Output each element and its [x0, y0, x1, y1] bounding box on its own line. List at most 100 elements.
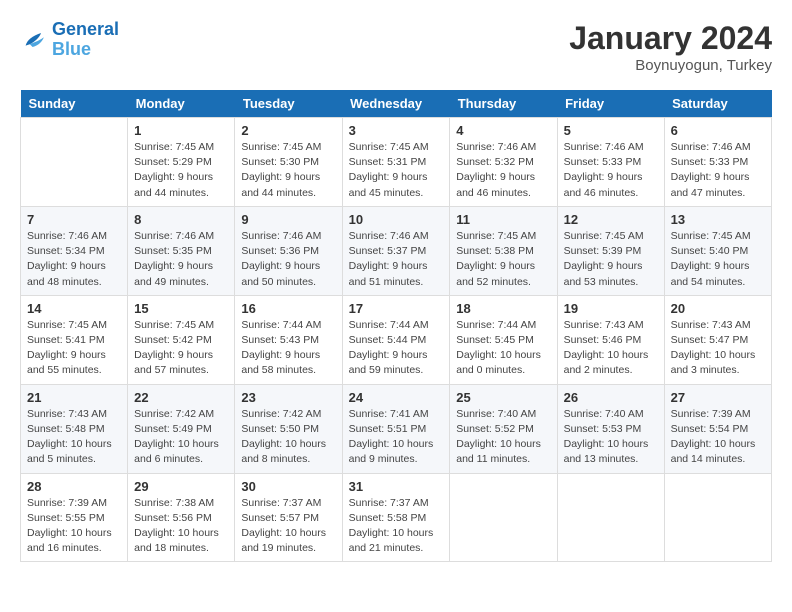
- day-info: Sunrise: 7:46 AMSunset: 5:36 PMDaylight:…: [241, 229, 335, 290]
- day-info: Sunrise: 7:46 AMSunset: 5:33 PMDaylight:…: [564, 140, 658, 201]
- calendar-week-5: 28 Sunrise: 7:39 AMSunset: 5:55 PMDayligh…: [21, 473, 772, 562]
- day-info: Sunrise: 7:46 AMSunset: 5:37 PMDaylight:…: [349, 229, 444, 290]
- calendar-cell: 3Sunrise: 7:45 AMSunset: 5:31 PMDaylight…: [342, 118, 450, 207]
- calendar-cell: [557, 473, 664, 562]
- calendar-cell: 17Sunrise: 7:44 AMSunset: 5:44 PMDayligh…: [342, 295, 450, 384]
- day-info: Sunrise: 7:46 AMSunset: 5:32 PMDaylight:…: [456, 140, 550, 201]
- logo: General Blue: [20, 20, 119, 60]
- calendar-cell: 10Sunrise: 7:46 AMSunset: 5:37 PMDayligh…: [342, 206, 450, 295]
- day-number: 29: [134, 479, 228, 494]
- header-thursday: Thursday: [450, 90, 557, 118]
- logo-blue: Blue: [52, 39, 91, 59]
- calendar-cell: 20 Sunrise: 7:43 AMSunset: 5:47 PMDayligh…: [664, 295, 771, 384]
- day-number: 31: [349, 479, 444, 494]
- calendar-header-row: SundayMondayTuesdayWednesdayThursdayFrid…: [21, 90, 772, 118]
- calendar-cell: 7 Sunrise: 7:46 AMSunset: 5:34 PMDaylight…: [21, 206, 128, 295]
- day-info: Sunrise: 7:46 AMSunset: 5:33 PMDaylight:…: [671, 140, 765, 201]
- day-info: Sunrise: 7:46 AMSunset: 5:35 PMDaylight:…: [134, 229, 228, 290]
- day-info: Sunrise: 7:42 AMSunset: 5:50 PMDaylight:…: [241, 407, 335, 468]
- calendar-cell: 8 Sunrise: 7:46 AMSunset: 5:35 PMDaylight…: [128, 206, 235, 295]
- header-tuesday: Tuesday: [235, 90, 342, 118]
- calendar-cell: 1 Sunrise: 7:45 AMSunset: 5:29 PMDaylight…: [128, 118, 235, 207]
- calendar-week-3: 14 Sunrise: 7:45 AMSunset: 5:41 PMDayligh…: [21, 295, 772, 384]
- calendar-cell: 4Sunrise: 7:46 AMSunset: 5:32 PMDaylight…: [450, 118, 557, 207]
- month-title: January 2024: [569, 20, 772, 57]
- calendar-cell: [21, 118, 128, 207]
- day-info: Sunrise: 7:37 AMSunset: 5:57 PMDaylight:…: [241, 496, 335, 557]
- day-info: Sunrise: 7:46 AMSunset: 5:34 PMDaylight:…: [27, 229, 121, 290]
- day-info: Sunrise: 7:38 AMSunset: 5:56 PMDaylight:…: [134, 496, 228, 557]
- header-saturday: Saturday: [664, 90, 771, 118]
- day-number: 12: [564, 212, 658, 227]
- calendar-table: SundayMondayTuesdayWednesdayThursdayFrid…: [20, 90, 772, 562]
- day-info: Sunrise: 7:45 AMSunset: 5:39 PMDaylight:…: [564, 229, 658, 290]
- day-number: 14: [27, 301, 121, 316]
- day-number: 19: [564, 301, 658, 316]
- day-info: Sunrise: 7:44 AMSunset: 5:45 PMDaylight:…: [456, 318, 550, 379]
- day-number: 13: [671, 212, 765, 227]
- day-number: 28: [27, 479, 121, 494]
- calendar-cell: 9Sunrise: 7:46 AMSunset: 5:36 PMDaylight…: [235, 206, 342, 295]
- calendar-cell: 23 Sunrise: 7:42 AMSunset: 5:50 PMDayligh…: [235, 384, 342, 473]
- day-number: 6: [671, 123, 765, 138]
- day-number: 20: [671, 301, 765, 316]
- calendar-cell: [450, 473, 557, 562]
- calendar-cell: 25Sunrise: 7:40 AMSunset: 5:52 PMDayligh…: [450, 384, 557, 473]
- day-number: 2: [241, 123, 335, 138]
- day-number: 16: [241, 301, 335, 316]
- header-friday: Friday: [557, 90, 664, 118]
- calendar-cell: 27Sunrise: 7:39 AMSunset: 5:54 PMDayligh…: [664, 384, 771, 473]
- calendar-cell: 24Sunrise: 7:41 AMSunset: 5:51 PMDayligh…: [342, 384, 450, 473]
- calendar-cell: 18 Sunrise: 7:44 AMSunset: 5:45 PMDayligh…: [450, 295, 557, 384]
- day-info: Sunrise: 7:43 AMSunset: 5:46 PMDaylight:…: [564, 318, 658, 379]
- calendar-cell: [664, 473, 771, 562]
- day-info: Sunrise: 7:37 AMSunset: 5:58 PMDaylight:…: [349, 496, 444, 557]
- day-number: 26: [564, 390, 658, 405]
- day-number: 11: [456, 212, 550, 227]
- calendar-cell: 14 Sunrise: 7:45 AMSunset: 5:41 PMDayligh…: [21, 295, 128, 384]
- day-info: Sunrise: 7:45 AMSunset: 5:38 PMDaylight:…: [456, 229, 550, 290]
- day-number: 5: [564, 123, 658, 138]
- title-block: January 2024 Boynuyogun, Turkey: [569, 20, 772, 74]
- day-info: Sunrise: 7:45 AMSunset: 5:29 PMDaylight:…: [134, 140, 228, 201]
- calendar-week-4: 21 Sunrise: 7:43 AMSunset: 5:48 PMDayligh…: [21, 384, 772, 473]
- calendar-cell: 11 Sunrise: 7:45 AMSunset: 5:38 PMDayligh…: [450, 206, 557, 295]
- day-number: 1: [134, 123, 228, 138]
- day-number: 22: [134, 390, 228, 405]
- calendar-cell: 19 Sunrise: 7:43 AMSunset: 5:46 PMDayligh…: [557, 295, 664, 384]
- calendar-cell: 31 Sunrise: 7:37 AMSunset: 5:58 PMDayligh…: [342, 473, 450, 562]
- day-number: 8: [134, 212, 228, 227]
- calendar-cell: 22 Sunrise: 7:42 AMSunset: 5:49 PMDayligh…: [128, 384, 235, 473]
- day-info: Sunrise: 7:39 AMSunset: 5:55 PMDaylight:…: [27, 496, 121, 557]
- day-info: Sunrise: 7:44 AMSunset: 5:43 PMDaylight:…: [241, 318, 335, 379]
- calendar-cell: 6 Sunrise: 7:46 AMSunset: 5:33 PMDaylight…: [664, 118, 771, 207]
- day-number: 23: [241, 390, 335, 405]
- day-info: Sunrise: 7:43 AMSunset: 5:47 PMDaylight:…: [671, 318, 765, 379]
- day-info: Sunrise: 7:45 AMSunset: 5:41 PMDaylight:…: [27, 318, 121, 379]
- calendar-cell: 30 Sunrise: 7:37 AMSunset: 5:57 PMDayligh…: [235, 473, 342, 562]
- day-number: 30: [241, 479, 335, 494]
- day-number: 7: [27, 212, 121, 227]
- day-info: Sunrise: 7:42 AMSunset: 5:49 PMDaylight:…: [134, 407, 228, 468]
- calendar-cell: 15Sunrise: 7:45 AMSunset: 5:42 PMDayligh…: [128, 295, 235, 384]
- day-number: 18: [456, 301, 550, 316]
- day-info: Sunrise: 7:45 AMSunset: 5:31 PMDaylight:…: [349, 140, 444, 201]
- calendar-cell: 16 Sunrise: 7:44 AMSunset: 5:43 PMDayligh…: [235, 295, 342, 384]
- logo-general: General: [52, 19, 119, 39]
- logo-text: General Blue: [52, 20, 119, 60]
- day-number: 21: [27, 390, 121, 405]
- day-info: Sunrise: 7:39 AMSunset: 5:54 PMDaylight:…: [671, 407, 765, 468]
- day-info: Sunrise: 7:45 AMSunset: 5:30 PMDaylight:…: [241, 140, 335, 201]
- calendar-week-2: 7 Sunrise: 7:46 AMSunset: 5:34 PMDaylight…: [21, 206, 772, 295]
- page-header: General Blue January 2024 Boynuyogun, Tu…: [20, 20, 772, 74]
- day-info: Sunrise: 7:45 AMSunset: 5:40 PMDaylight:…: [671, 229, 765, 290]
- calendar-cell: 28 Sunrise: 7:39 AMSunset: 5:55 PMDayligh…: [21, 473, 128, 562]
- calendar-cell: 13 Sunrise: 7:45 AMSunset: 5:40 PMDayligh…: [664, 206, 771, 295]
- header-sunday: Sunday: [21, 90, 128, 118]
- calendar-cell: 29 Sunrise: 7:38 AMSunset: 5:56 PMDayligh…: [128, 473, 235, 562]
- calendar-week-1: 1 Sunrise: 7:45 AMSunset: 5:29 PMDaylight…: [21, 118, 772, 207]
- location-subtitle: Boynuyogun, Turkey: [569, 57, 772, 74]
- day-info: Sunrise: 7:43 AMSunset: 5:48 PMDaylight:…: [27, 407, 121, 468]
- day-info: Sunrise: 7:40 AMSunset: 5:52 PMDaylight:…: [456, 407, 550, 468]
- day-number: 17: [349, 301, 444, 316]
